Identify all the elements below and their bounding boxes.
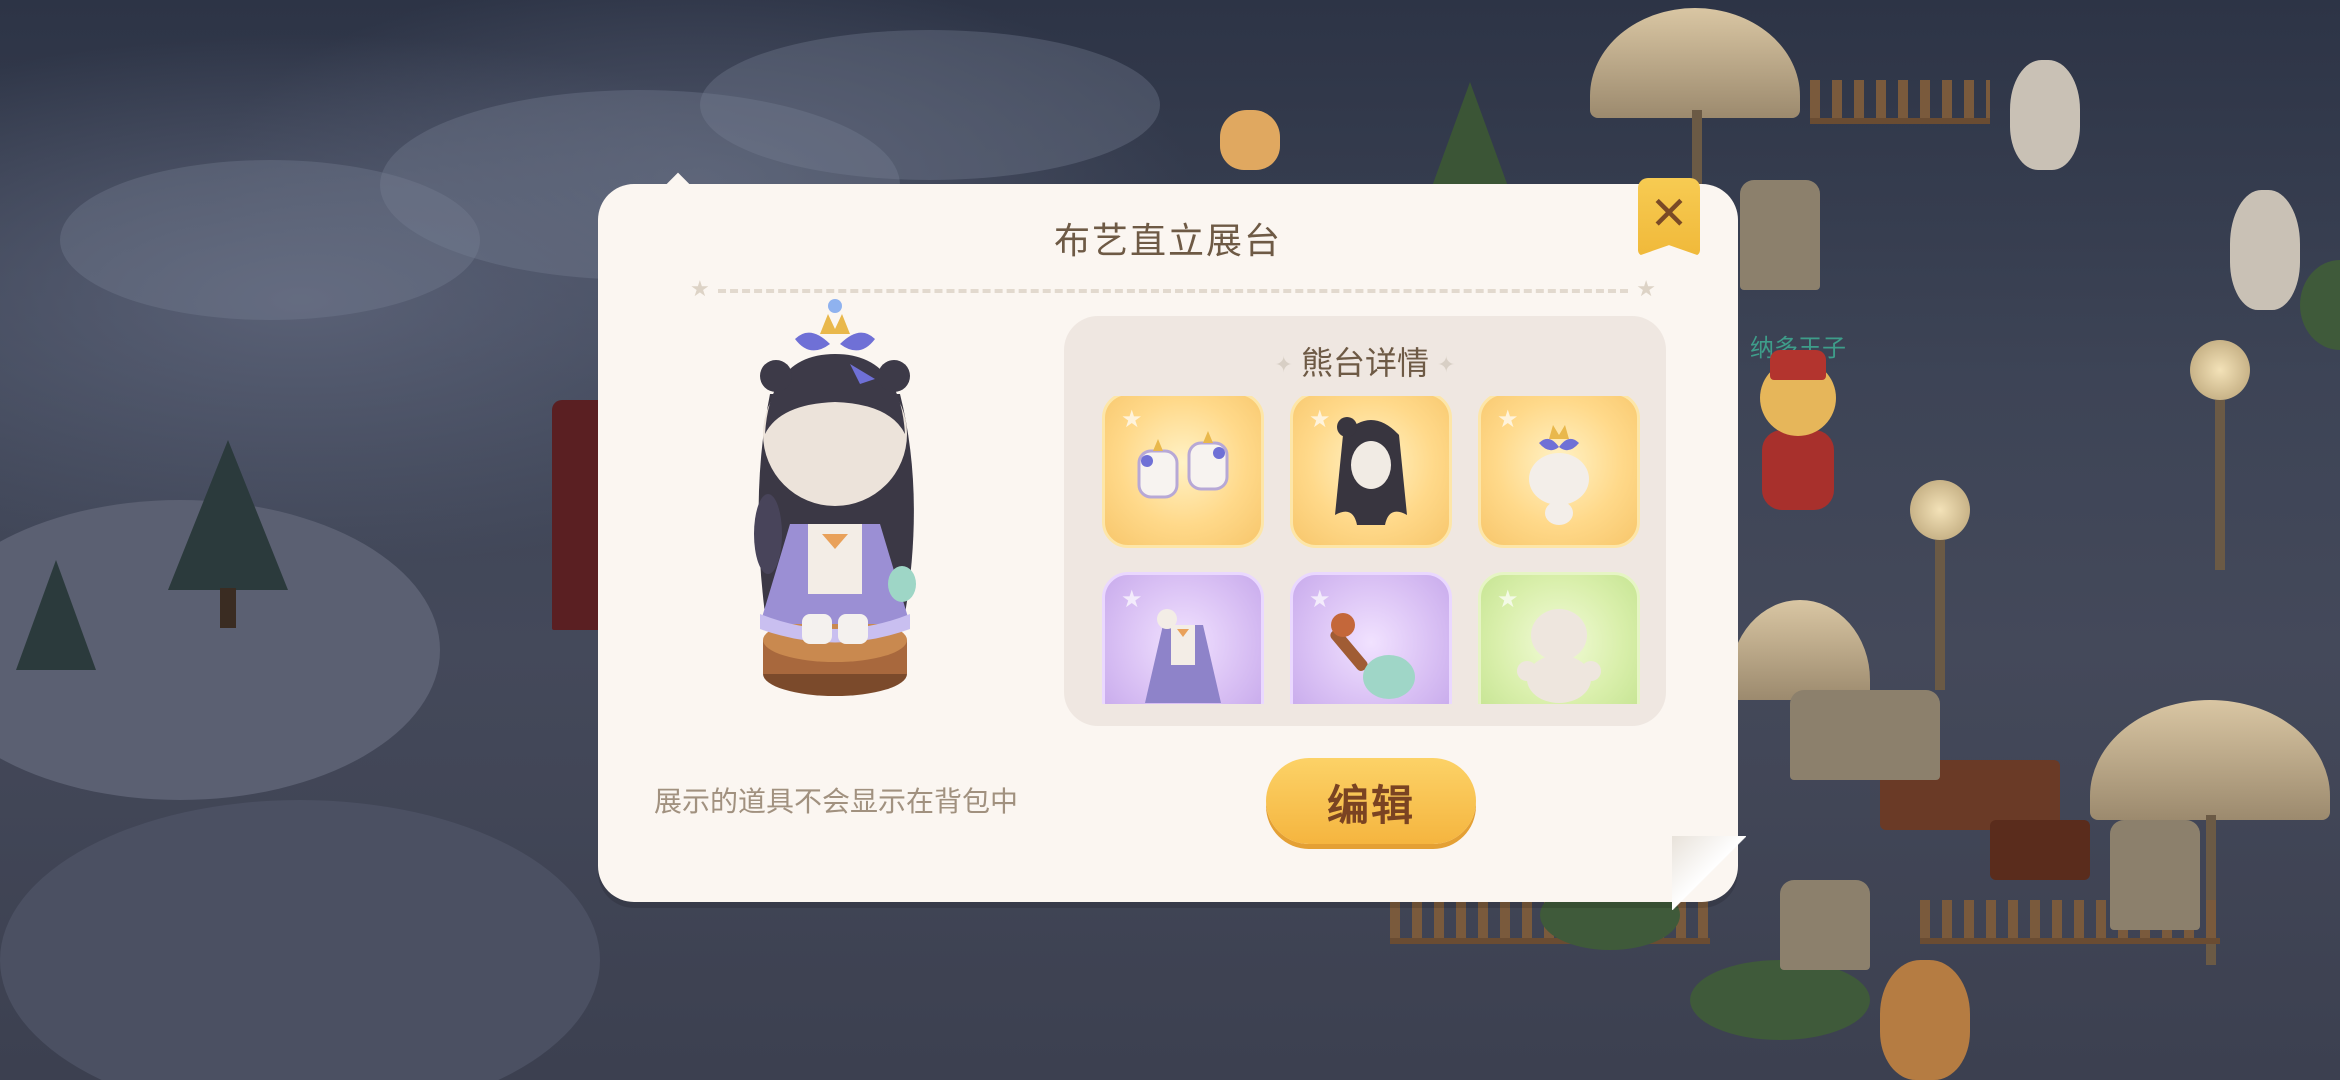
edit-button-label: 编辑 (1326, 781, 1415, 830)
pine-tree (1430, 82, 1510, 192)
dress-icon (1145, 609, 1221, 703)
close-icon: ✕ (1649, 186, 1689, 240)
item-slot-crown-headpiece[interactable]: ★ (1478, 396, 1640, 548)
brush-icon (1330, 613, 1415, 699)
sparkle-icon: ✦ (1274, 352, 1293, 378)
item-slot-bear-body[interactable]: ★ (1478, 572, 1640, 704)
boots-icon (1137, 431, 1229, 499)
dialog-title: 布艺直立展台 (1053, 221, 1282, 262)
page-fold-decoration (1672, 836, 1746, 910)
panel-title: ✦ 熊台详情 ✦ (1064, 338, 1666, 384)
hint-text: 展示的道具不会显示在背包中 (654, 785, 1019, 818)
bear-body-icon (1517, 609, 1601, 703)
panel-title-text: 熊台详情 (1300, 344, 1429, 382)
item-slot-brush[interactable]: ★ (1290, 572, 1452, 704)
star-icon: ★ (1636, 277, 1656, 302)
stand-details-panel: ✦ 熊台详情 ✦ ★ ★ ★ ★ ★ ★ (1064, 316, 1666, 726)
snowy-tree (168, 440, 288, 590)
hair-icon (1335, 417, 1407, 525)
item-grid[interactable]: ★ ★ ★ ★ ★ ★ (1100, 396, 1640, 704)
item-slot-dress[interactable]: ★ (1102, 572, 1264, 704)
item-slot-boots[interactable]: ★ (1102, 396, 1264, 548)
star-icon: ★ (690, 277, 710, 302)
sparkle-icon: ✦ (1437, 352, 1456, 378)
close-button[interactable]: ✕ (1638, 178, 1700, 256)
player-avatar[interactable] (1752, 350, 1844, 530)
bear-figure-on-stand (710, 284, 960, 704)
edit-button[interactable]: 编辑 (1266, 758, 1476, 844)
snowy-tree (16, 560, 96, 670)
display-stand-dialog: 布艺直立展台 ★ ★ ✕ ✦ 熊台详情 ✦ ★ ★ ★ ★ ★ ★ 展示的道具不… (598, 172, 1746, 910)
crown-icon (1529, 425, 1589, 525)
item-slot-hair[interactable]: ★ (1290, 396, 1452, 548)
